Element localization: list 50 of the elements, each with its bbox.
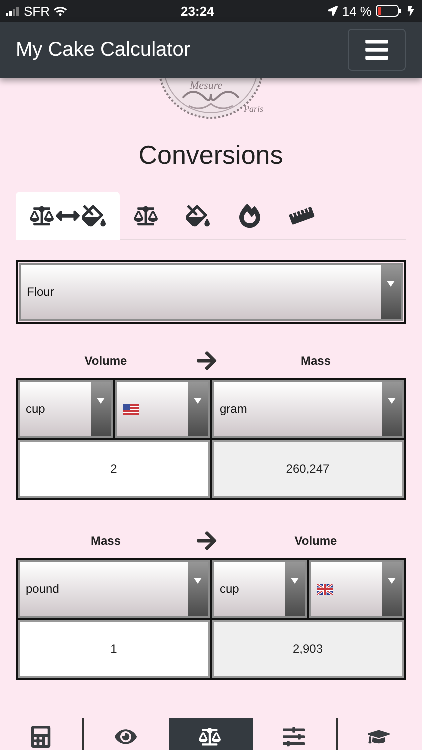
sliders-icon xyxy=(283,726,306,748)
charging-icon xyxy=(406,6,416,16)
result-field: 260,247 xyxy=(212,440,404,498)
scale-icon xyxy=(30,204,54,228)
flame-icon xyxy=(238,204,262,228)
to-label: Volume xyxy=(294,534,338,548)
menu-icon xyxy=(364,37,390,63)
caret-icon xyxy=(387,281,395,287)
logo-text: Mesure xyxy=(190,80,223,92)
menu-button[interactable] xyxy=(348,29,406,71)
paint-bucket-icon xyxy=(82,204,106,228)
flag-dropdown[interactable] xyxy=(309,560,404,618)
paint-bucket-icon xyxy=(186,204,210,228)
nav-tab[interactable] xyxy=(168,718,254,750)
location-icon xyxy=(328,6,338,16)
wifi-icon xyxy=(54,4,67,18)
arrow-right-icon xyxy=(196,350,218,372)
unit-dropdown[interactable]: pound xyxy=(18,560,210,618)
result-field: 2,903 xyxy=(212,620,404,678)
unit-dropdown[interactable]: gram xyxy=(212,380,404,438)
input-field[interactable]: 2 xyxy=(18,440,210,498)
caret-icon xyxy=(194,398,202,404)
caret-icon xyxy=(194,578,202,584)
from-label: Mass xyxy=(90,534,122,548)
scale-icon xyxy=(134,204,158,228)
input-field[interactable]: 1 xyxy=(18,620,210,678)
battery-percent: 14 % xyxy=(342,4,372,18)
carrier-name: SFR xyxy=(24,4,50,18)
ingredient-dropdown[interactable]: Flour xyxy=(19,263,403,321)
page-title: Conversions xyxy=(138,140,284,172)
to-label: Mass xyxy=(300,354,332,368)
caret-icon xyxy=(97,398,105,404)
status-time: 23:24 xyxy=(181,4,214,18)
flag-dropdown[interactable] xyxy=(115,380,210,438)
from-label: Volume xyxy=(84,354,128,368)
unit-dropdown[interactable]: cup xyxy=(212,560,307,618)
signal-icon xyxy=(6,6,20,16)
logo-text: Paris xyxy=(244,104,264,114)
conversion-tab[interactable] xyxy=(16,192,120,240)
scale-icon xyxy=(199,726,222,748)
unit-dropdown[interactable]: cup xyxy=(18,380,113,438)
calculator-icon xyxy=(30,726,52,748)
caret-icon xyxy=(388,398,396,404)
us-flag-icon xyxy=(123,404,139,414)
arrow-right-icon xyxy=(196,530,218,552)
battery-icon xyxy=(376,5,402,17)
app-title: My Cake Calculator xyxy=(16,38,191,62)
uk-flag-icon xyxy=(317,584,333,594)
caret-icon xyxy=(388,578,396,584)
caret-icon xyxy=(291,578,299,584)
